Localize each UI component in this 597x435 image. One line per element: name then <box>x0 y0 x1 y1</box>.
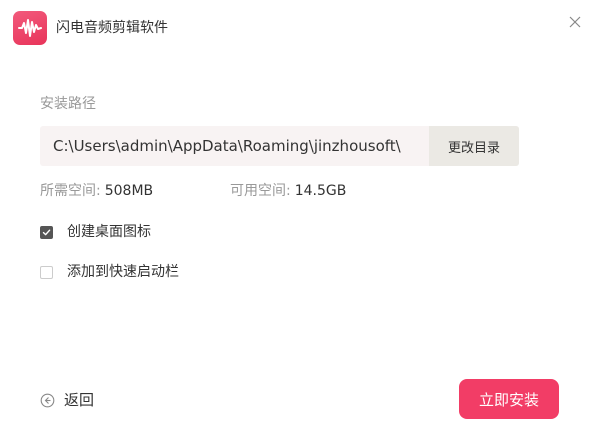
back-button[interactable]: 返回 <box>40 391 94 409</box>
available-space: 可用空间: 14.5GB <box>230 182 346 200</box>
install-now-button[interactable]: 立即安装 <box>459 379 559 419</box>
available-space-label: 可用空间: <box>230 183 291 199</box>
desktop-shortcut-checkbox[interactable] <box>40 225 53 239</box>
check-icon <box>42 229 51 235</box>
desktop-shortcut-option[interactable]: 创建桌面图标 <box>40 223 151 241</box>
required-space-value: 508MB <box>104 183 154 199</box>
back-arrow-circle-icon <box>40 393 55 407</box>
install-path-input[interactable] <box>40 126 429 166</box>
required-space: 所需空间: 508MB <box>40 182 153 200</box>
available-space-value: 14.5GB <box>294 183 347 199</box>
close-button[interactable] <box>564 11 586 33</box>
desktop-shortcut-label: 创建桌面图标 <box>67 224 151 240</box>
quick-launch-checkbox[interactable] <box>40 265 53 279</box>
app-title: 闪电音频剪辑软件 <box>56 20 168 36</box>
change-directory-button[interactable]: 更改目录 <box>429 126 519 166</box>
back-label: 返回 <box>64 391 95 409</box>
install-path-label: 安装路径 <box>40 96 96 112</box>
close-icon[interactable] <box>569 16 581 28</box>
quick-launch-option[interactable]: 添加到快速启动栏 <box>40 263 179 281</box>
install-path-field: 更改目录 <box>40 126 519 166</box>
audio-waveform-icon <box>13 11 47 45</box>
required-space-label: 所需空间: <box>40 183 101 199</box>
installer-window: 闪电音频剪辑软件 安装路径 更改目录 所需空间:508MB 可用空间:14.5G… <box>0 0 597 435</box>
quick-launch-label: 添加到快速启动栏 <box>67 264 179 280</box>
